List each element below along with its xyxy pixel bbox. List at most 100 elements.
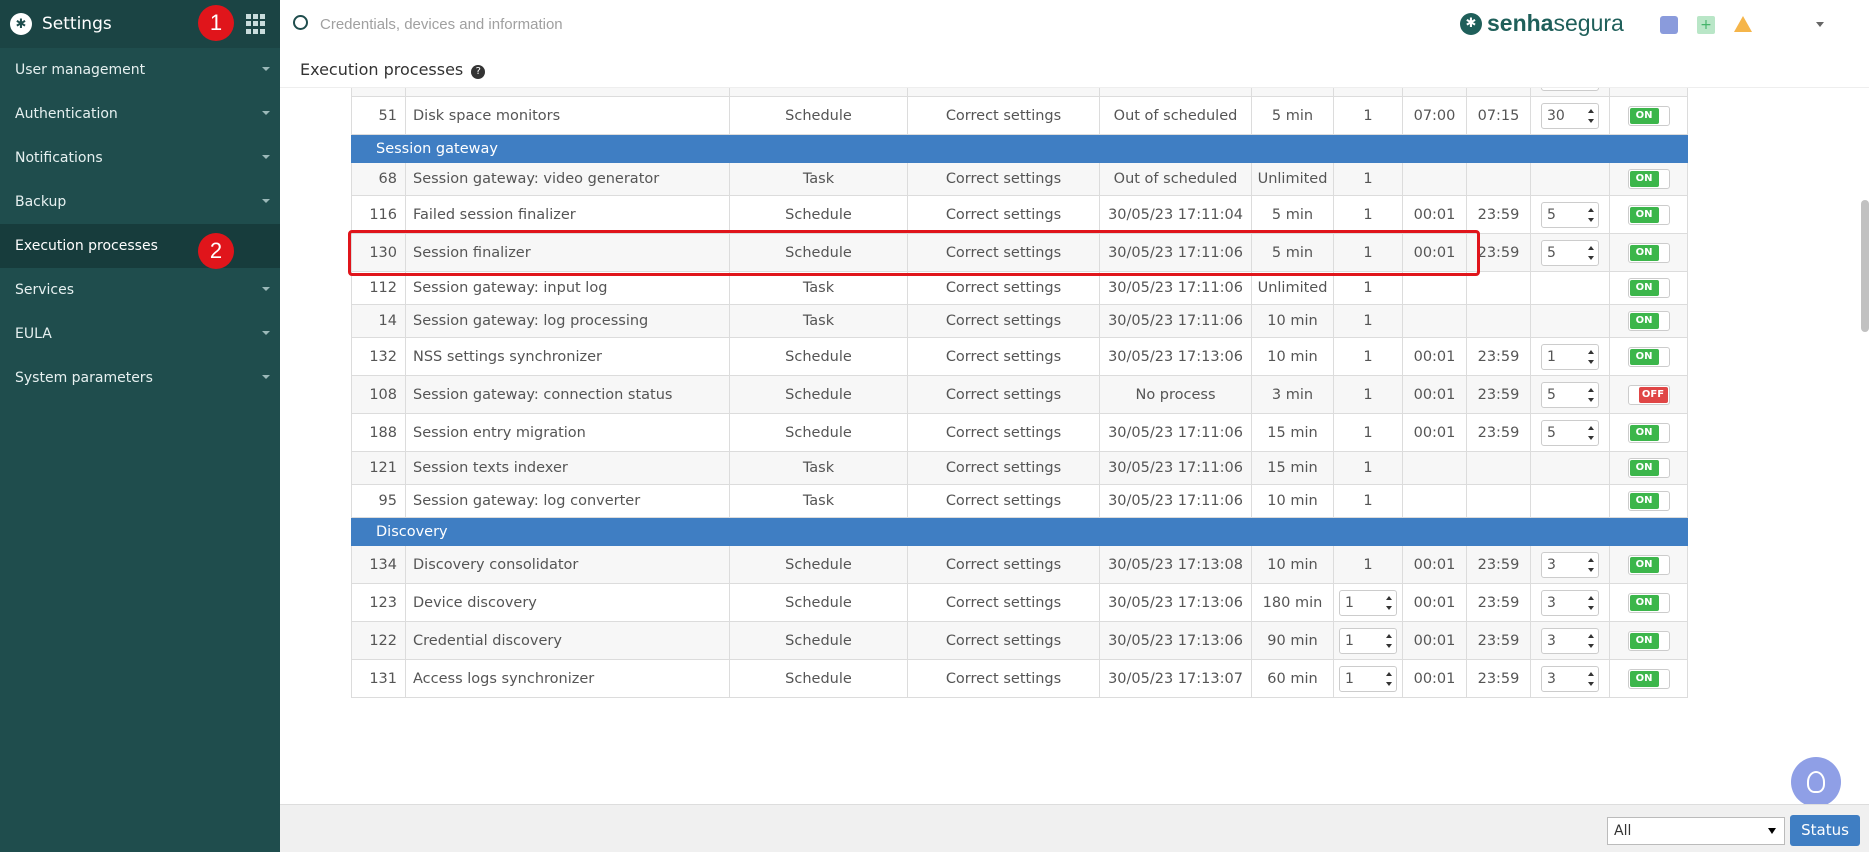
new-item-icon[interactable]: + [1697, 16, 1715, 34]
limit-stepper[interactable]: 1 [1541, 343, 1599, 370]
limit-stepper[interactable]: 5 [1541, 239, 1599, 266]
cell-threads: 1 [1333, 484, 1403, 518]
toggle-state: ON [1629, 280, 1659, 296]
cell-threads: 1 [1333, 337, 1403, 376]
stepper-arrows-icon[interactable] [1588, 245, 1594, 260]
cell-status: Correct settings [907, 484, 1100, 518]
threads-stepper[interactable]: 1 [1339, 589, 1397, 616]
cell-id: 123 [351, 583, 406, 622]
user-menu-chevron-down-icon[interactable] [1816, 22, 1824, 27]
cell-type: Schedule [729, 96, 908, 135]
stepper-arrows-icon[interactable] [1588, 349, 1594, 364]
chevron-down-icon [262, 375, 270, 379]
enable-toggle[interactable]: ON [1627, 204, 1670, 225]
enable-toggle[interactable]: ON [1627, 592, 1670, 613]
limit-stepper[interactable]: 30 [1541, 102, 1599, 129]
warning-icon[interactable] [1734, 16, 1752, 32]
cell-status: Correct settings [907, 88, 1100, 97]
cell-threads: 1 [1333, 96, 1403, 135]
enable-toggle[interactable]: ON [1627, 630, 1670, 651]
home-icon[interactable] [1660, 16, 1678, 34]
limit-stepper[interactable]: 3 [1541, 665, 1599, 692]
toggle-state: ON [1629, 244, 1659, 261]
stepper-arrows-icon[interactable] [1386, 633, 1392, 648]
sidebar-item-notifications[interactable]: Notifications [0, 136, 280, 180]
annotation-badge-1: 1 [198, 5, 234, 41]
limit-stepper[interactable]: 5 [1541, 419, 1599, 446]
processes-table: 21Expiration notification: informationSc… [351, 88, 1688, 698]
page-header: Execution processes? [280, 48, 1869, 88]
cell-limit: 30 [1530, 96, 1610, 135]
sidebar-item-user-management[interactable]: User management [0, 48, 280, 92]
toggle-state: ON [1629, 348, 1659, 365]
stepper-arrows-icon[interactable] [1588, 633, 1594, 648]
limit-stepper[interactable]: 3 [1541, 551, 1599, 578]
apps-grid-icon[interactable] [246, 14, 266, 34]
sidebar-item-services[interactable]: Services [0, 268, 280, 312]
stepper-arrows-icon[interactable] [1386, 671, 1392, 686]
stepper-arrows-icon[interactable] [1588, 387, 1594, 402]
enable-toggle[interactable]: ON [1627, 458, 1670, 478]
senhasegura-mark-icon: ✱ [1460, 12, 1482, 35]
cell-limit: 3 [1530, 659, 1610, 698]
stepper-arrows-icon[interactable] [1588, 671, 1594, 686]
enable-toggle[interactable]: ON [1627, 169, 1670, 189]
stepper-arrows-icon[interactable] [1386, 595, 1392, 610]
stepper-arrows-icon[interactable] [1588, 108, 1594, 123]
cell-status: Correct settings [907, 304, 1100, 338]
threads-stepper[interactable]: 1 [1339, 627, 1397, 654]
help-bulb-button[interactable] [1791, 757, 1841, 807]
enable-toggle[interactable]: ON [1627, 346, 1670, 367]
table-row: 122 Credential discovery Schedule Correct s… [351, 621, 1688, 660]
cell-toggle: ON [1609, 304, 1688, 338]
sidebar-item-label: Services [15, 282, 75, 298]
cell-toggle: ON [1609, 659, 1688, 698]
stepper-arrows-icon[interactable] [1588, 207, 1594, 222]
limit-stepper[interactable]: 5 [1541, 201, 1599, 228]
cell-last: 30/05/23 17:11:06 [1099, 271, 1252, 305]
cell-threads: 1 [1333, 413, 1403, 452]
cell-toggle: ON [1609, 583, 1688, 622]
status-button[interactable]: Status [1790, 815, 1860, 846]
table-row: 134 Discovery consolidator Schedule Correct… [351, 545, 1688, 584]
enable-toggle[interactable]: OFF [1627, 384, 1670, 405]
table-row: 123 Device discovery Schedule Correct setti… [351, 583, 1688, 622]
enable-toggle[interactable]: ON [1627, 242, 1670, 263]
help-icon[interactable]: ? [471, 65, 486, 79]
cell-end: 23:59 [1466, 545, 1531, 584]
search-icon[interactable] [293, 15, 308, 30]
enable-toggle[interactable]: ON [1627, 278, 1670, 298]
cell-name: Session texts indexer [405, 451, 730, 485]
cell-end: 23:59 [1466, 621, 1531, 660]
limit-stepper[interactable]: 30 [1541, 88, 1599, 91]
cell-start: 00:01 [1402, 621, 1467, 660]
cell-toggle: ON [1609, 195, 1688, 234]
filter-select[interactable]: All [1607, 817, 1785, 845]
cell-last: No process [1099, 375, 1252, 414]
enable-toggle[interactable]: ON [1627, 105, 1670, 126]
cell-id: 112 [351, 271, 406, 305]
limit-stepper[interactable]: 5 [1541, 381, 1599, 408]
sidebar-item-eula[interactable]: EULA [0, 312, 280, 356]
sidebar-item-system-parameters[interactable]: System parameters [0, 356, 280, 400]
toggle-state: ON [1629, 670, 1659, 687]
enable-toggle[interactable]: ON [1627, 668, 1670, 689]
enable-toggle[interactable]: ON [1627, 311, 1670, 331]
scrollbar[interactable] [1861, 200, 1869, 332]
sidebar-item-execution-processes[interactable]: Execution processes [0, 224, 280, 268]
cell-status: Correct settings [907, 545, 1100, 584]
sidebar-item-backup[interactable]: Backup [0, 180, 280, 224]
stepper-arrows-icon[interactable] [1588, 557, 1594, 572]
threads-stepper[interactable]: 1 [1339, 665, 1397, 692]
stepper-arrows-icon[interactable] [1588, 595, 1594, 610]
cell-type: Schedule [729, 545, 908, 584]
limit-stepper[interactable]: 3 [1541, 589, 1599, 616]
sidebar-item-authentication[interactable]: Authentication [0, 92, 280, 136]
limit-stepper[interactable]: 3 [1541, 627, 1599, 654]
search-input[interactable] [320, 12, 820, 36]
enable-toggle[interactable]: ON [1627, 422, 1670, 443]
enable-toggle[interactable]: ON [1627, 491, 1670, 511]
enable-toggle[interactable]: ON [1627, 554, 1670, 575]
sidebar-item-label: Backup [15, 194, 67, 210]
stepper-arrows-icon[interactable] [1588, 425, 1594, 440]
